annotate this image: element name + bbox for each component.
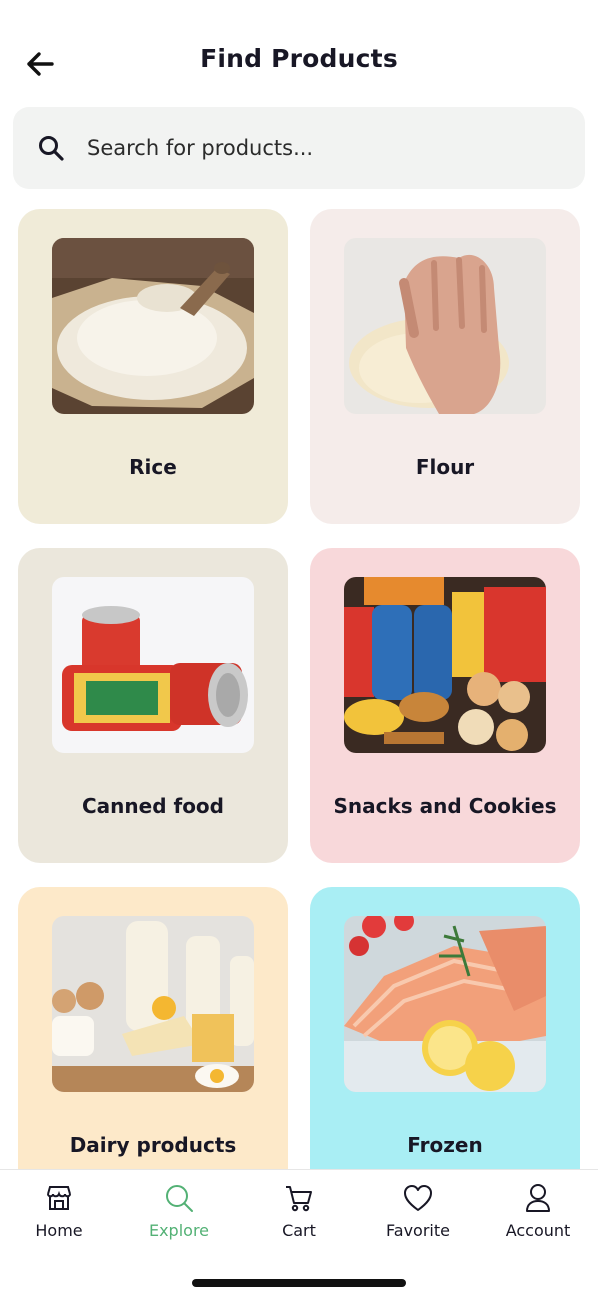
category-grid: Rice Flour Canned food Snacks and Cookie…	[18, 209, 580, 1169]
search-icon	[163, 1182, 195, 1214]
heart-icon	[402, 1182, 434, 1214]
flour-dough-image	[344, 238, 546, 414]
store-icon	[43, 1182, 75, 1214]
category-label: Canned food	[82, 794, 224, 818]
category-label: Snacks and Cookies	[333, 794, 557, 818]
dairy-products-image	[52, 916, 254, 1092]
search-icon	[35, 132, 67, 164]
nav-item-explore[interactable]: Explore	[124, 1182, 234, 1246]
nav-label-cart: Cart	[282, 1221, 316, 1240]
page-title: Find Products	[200, 44, 398, 73]
nav-label-favorite: Favorite	[386, 1221, 450, 1240]
nav-label-explore: Explore	[148, 1221, 210, 1240]
home-indicator[interactable]	[192, 1279, 406, 1287]
nav-item-home[interactable]: Home	[4, 1182, 114, 1246]
category-card-frozen[interactable]: Frozen	[310, 887, 580, 1169]
canned-mackerel-image	[52, 577, 254, 753]
frozen-salmon-image	[344, 916, 546, 1092]
search-input[interactable]	[87, 136, 547, 160]
category-label: Rice	[129, 455, 177, 479]
rice-image	[52, 238, 254, 414]
category-card-snacks-and-cookies[interactable]: Snacks and Cookies	[310, 548, 580, 863]
nav-label-home: Home	[35, 1221, 83, 1240]
cart-icon	[283, 1182, 315, 1214]
header: Find Products	[0, 0, 598, 105]
user-icon	[522, 1182, 554, 1214]
category-card-rice[interactable]: Rice	[18, 209, 288, 524]
category-label: Frozen	[407, 1133, 483, 1157]
category-card-flour[interactable]: Flour	[310, 209, 580, 524]
nav-item-cart[interactable]: Cart	[244, 1182, 354, 1246]
nav-item-favorite[interactable]: Favorite	[363, 1182, 473, 1246]
snacks-cookies-image	[344, 577, 546, 753]
category-card-dairy-products[interactable]: Dairy products	[18, 887, 288, 1169]
category-card-canned-food[interactable]: Canned food	[18, 548, 288, 863]
search-bar[interactable]	[13, 107, 585, 189]
nav-item-account[interactable]: Account	[483, 1182, 593, 1246]
category-label: Dairy products	[69, 1133, 237, 1157]
app-screen: Find Products Search for products... Ric…	[0, 0, 598, 1300]
category-label: Flour	[415, 455, 475, 479]
nav-label-account: Account	[505, 1221, 571, 1240]
